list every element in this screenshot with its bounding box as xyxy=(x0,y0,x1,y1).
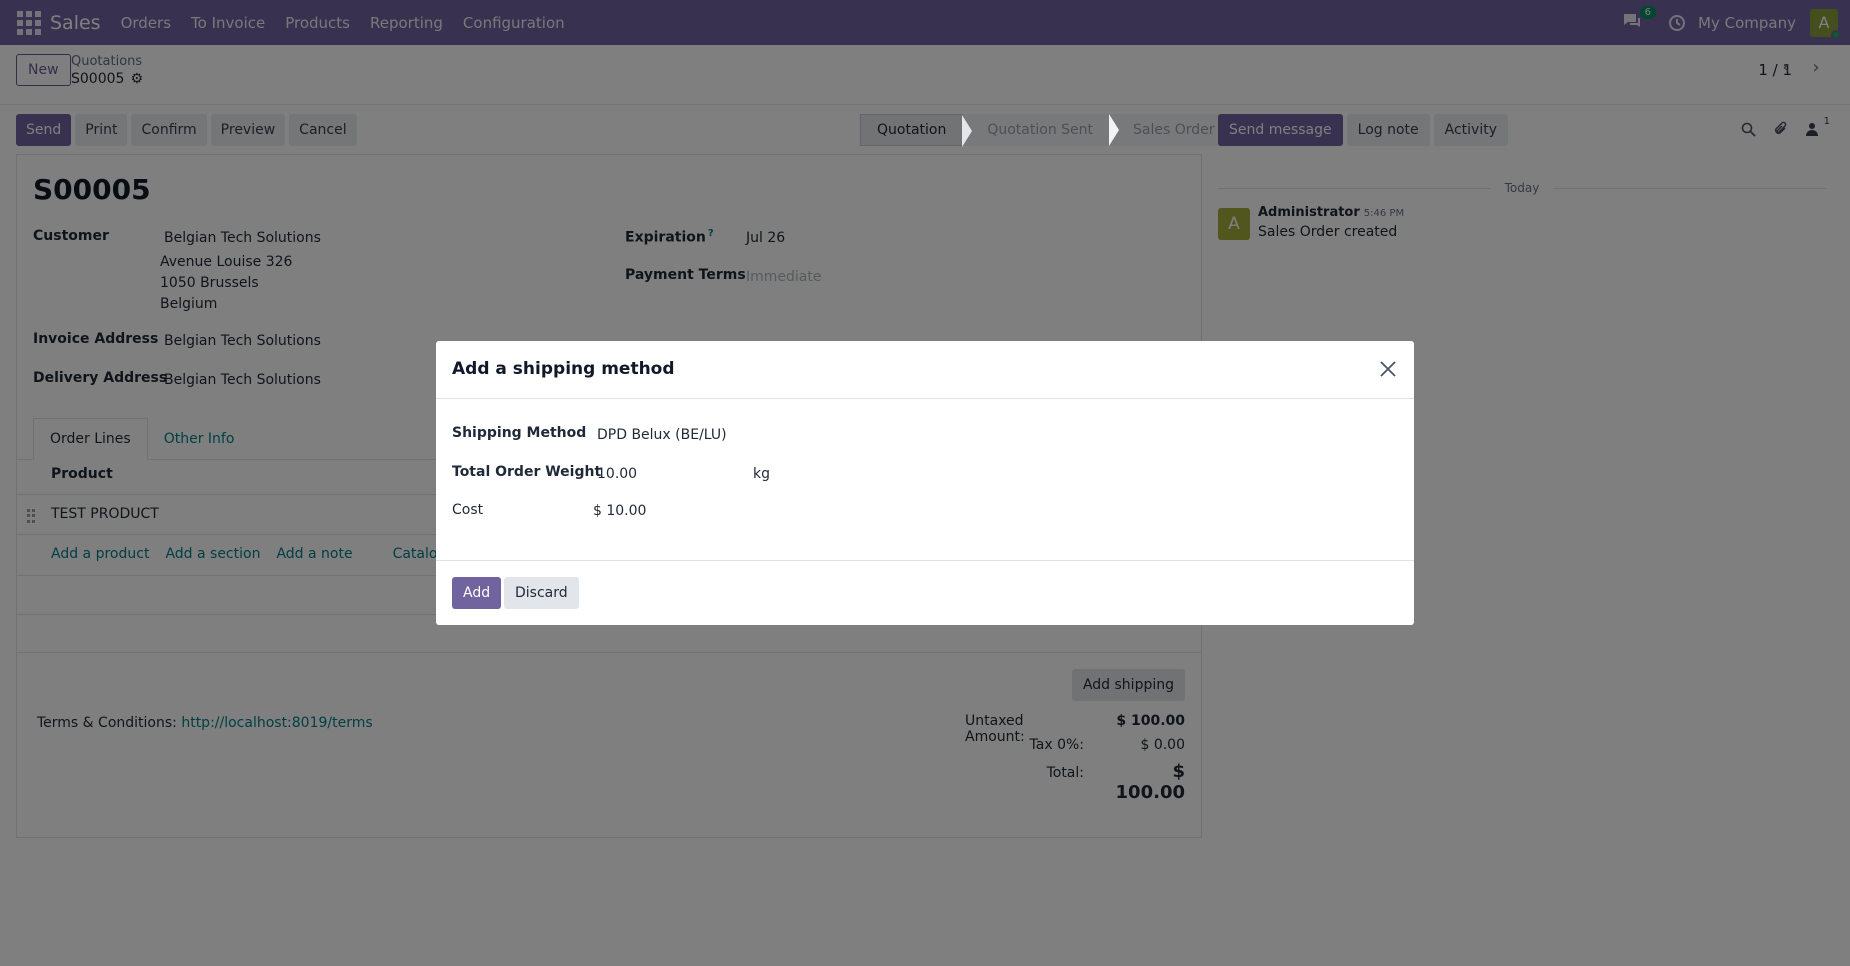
order-weight-field[interactable]: 10.00 xyxy=(597,466,637,482)
dialog-body: Shipping Method DPD Belux (BE/LU) Total … xyxy=(436,399,1414,561)
discard-button[interactable]: Discard xyxy=(504,577,579,609)
dialog-footer: Add Discard xyxy=(436,561,1414,625)
weight-unit: kg xyxy=(753,466,770,482)
shipping-method-field[interactable]: DPD Belux (BE/LU) xyxy=(597,427,727,443)
cost-label: Cost xyxy=(452,502,484,518)
add-button[interactable]: Add xyxy=(452,577,502,609)
shipping-method-label: Shipping Method xyxy=(452,425,587,441)
shipping-method-dialog: Add a shipping method Shipping Method DP… xyxy=(436,341,1414,625)
dialog-title: Add a shipping method xyxy=(452,359,675,379)
cost-value: $ 10.00 xyxy=(593,503,647,519)
order-weight-label: Total Order Weight xyxy=(452,464,602,480)
dialog-header: Add a shipping method xyxy=(436,341,1414,399)
close-icon[interactable] xyxy=(1376,357,1400,381)
